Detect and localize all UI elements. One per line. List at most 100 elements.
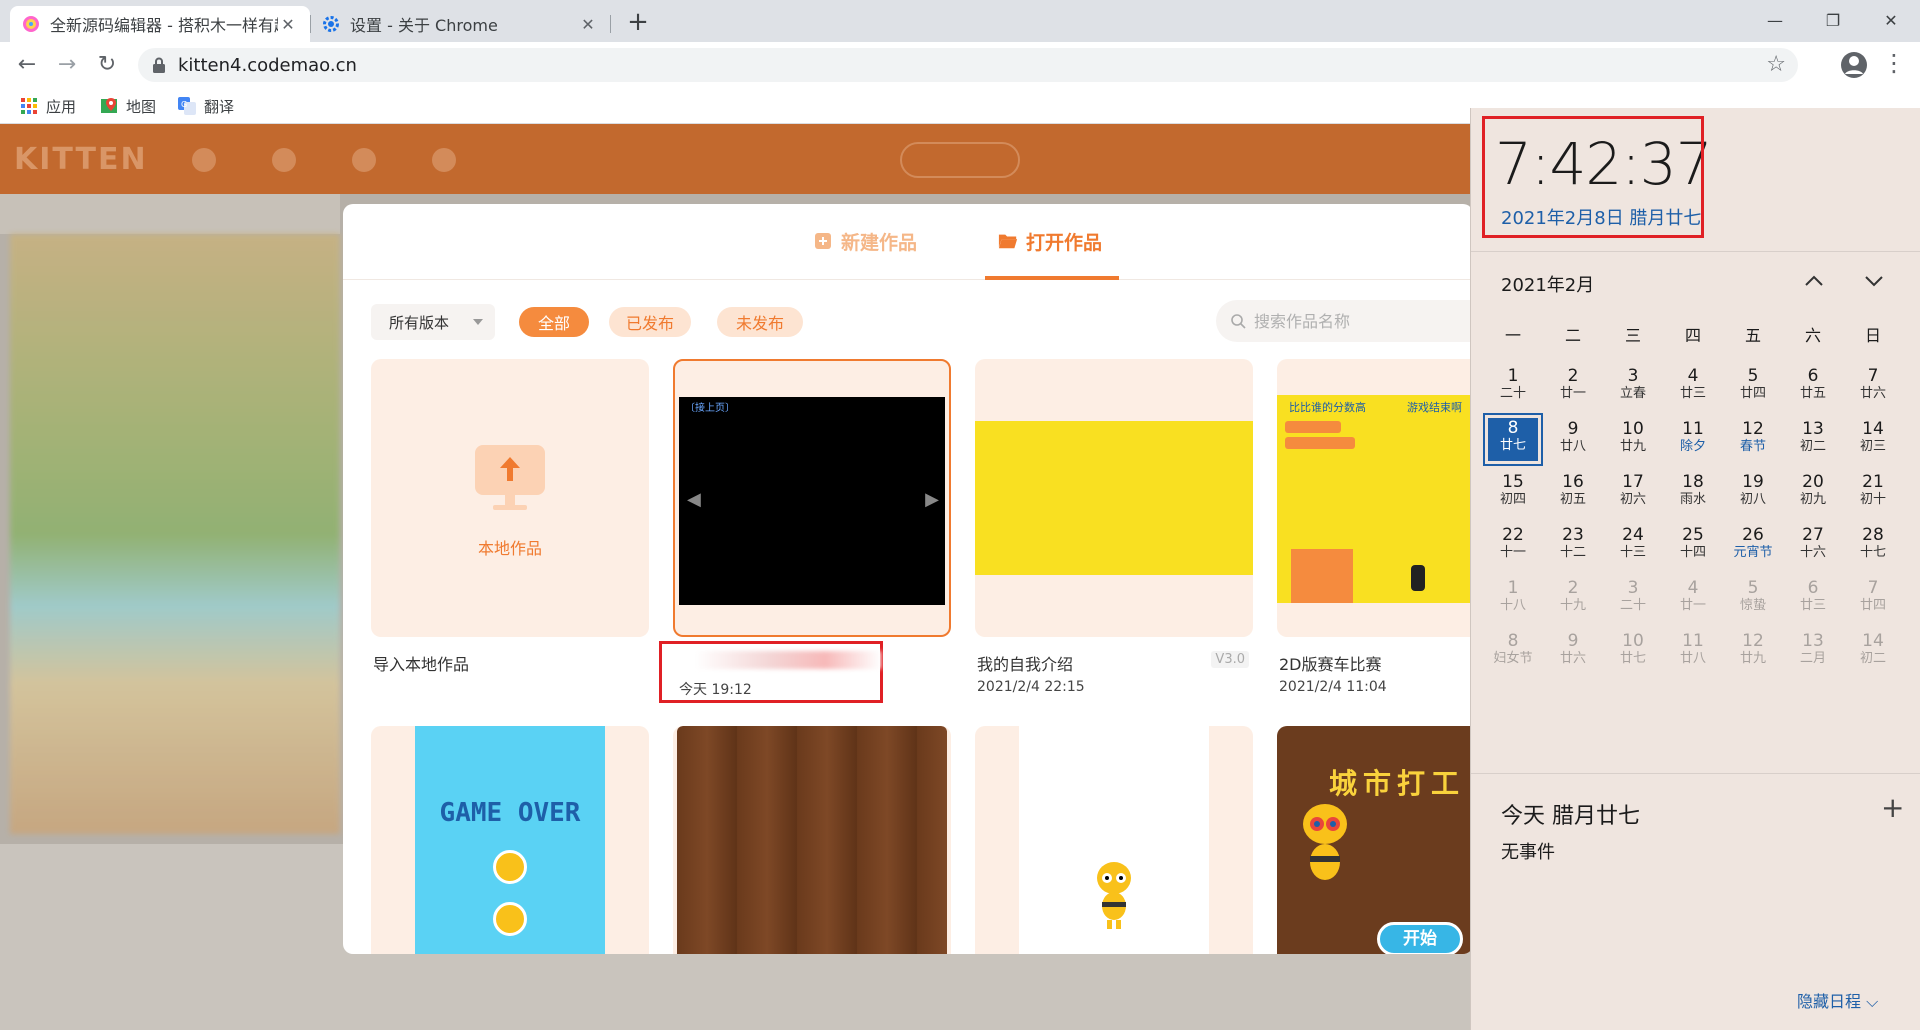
- settings-gear-icon: [322, 15, 340, 33]
- lunar-label: 十四: [1679, 545, 1706, 560]
- calendar-day[interactable]: 7 廿六: [1843, 360, 1903, 413]
- calendar-day[interactable]: 28 十七: [1843, 519, 1903, 572]
- tab-open-project[interactable]: 打开作品: [998, 226, 1102, 256]
- calendar-day[interactable]: 12 廿九: [1723, 625, 1783, 678]
- calendar-day[interactable]: 5 惊蛰: [1723, 572, 1783, 625]
- chevron-up-icon[interactable]: [1799, 266, 1829, 296]
- address-bar[interactable]: kitten4.codemao.cn ☆: [138, 48, 1798, 82]
- calendar-day[interactable]: 22 十一: [1483, 519, 1543, 572]
- calendar-day[interactable]: 14 初三: [1843, 413, 1903, 466]
- calendar-day[interactable]: 10 廿七: [1603, 625, 1663, 678]
- chevron-down-icon[interactable]: [1859, 266, 1889, 296]
- calendar-day[interactable]: 2 廿一: [1543, 360, 1603, 413]
- calendar-day[interactable]: 25 十四: [1663, 519, 1723, 572]
- calendar-day[interactable]: 23 十二: [1543, 519, 1603, 572]
- calendar-day[interactable]: 8 妇女节: [1483, 625, 1543, 678]
- new-tab-button[interactable]: +: [624, 9, 652, 37]
- filter-all-button[interactable]: 全部: [519, 307, 589, 337]
- calendar-day[interactable]: 2 十九: [1543, 572, 1603, 625]
- calendar-day[interactable]: 19 初八: [1723, 466, 1783, 519]
- close-window-button[interactable]: ✕: [1868, 6, 1914, 36]
- day-number: 8: [1507, 631, 1519, 651]
- calendar-day[interactable]: 17 初六: [1603, 466, 1663, 519]
- calendar-day[interactable]: 6 廿三: [1783, 572, 1843, 625]
- hide-agenda-button[interactable]: 隐藏日程 ⌵: [1797, 988, 1878, 1012]
- day-number: 24: [1622, 525, 1644, 545]
- profile-avatar-icon[interactable]: [1839, 50, 1869, 80]
- maps-pin-icon: [100, 97, 118, 115]
- reload-icon[interactable]: ↻: [92, 51, 122, 79]
- calendar-day[interactable]: 11 廿八: [1663, 625, 1723, 678]
- calendar-day[interactable]: 1 十八: [1483, 572, 1543, 625]
- more-menu-icon[interactable]: ⋮: [1882, 48, 1906, 82]
- tab-new-project[interactable]: 新建作品: [813, 226, 917, 256]
- browser-toolbar: ← → ↻ kitten4.codemao.cn ☆ ⋮: [0, 42, 1920, 88]
- filter-published-button[interactable]: 已发布: [609, 307, 691, 337]
- calendar-day[interactable]: 18 雨水: [1663, 466, 1723, 519]
- calendar-day-today[interactable]: 8 廿七: [1483, 413, 1543, 466]
- calendar-day[interactable]: 24 十三: [1603, 519, 1663, 572]
- day-number: 21: [1862, 472, 1884, 492]
- day-number: 14: [1862, 419, 1884, 439]
- calendar-day[interactable]: 15 初四: [1483, 466, 1543, 519]
- weekday-label: 六: [1804, 326, 1821, 345]
- lunar-label: 十七: [1859, 545, 1886, 560]
- tab-kitten-editor[interactable]: 全新源码编辑器 - 搭积木一样有趣 ✕: [10, 6, 310, 42]
- search-input[interactable]: [1254, 311, 1473, 331]
- calendar-day[interactable]: 6 廿五: [1783, 360, 1843, 413]
- day-number: 18: [1682, 472, 1704, 492]
- lunar-label: 十九: [1559, 598, 1586, 613]
- calendar-day[interactable]: 1 二十: [1483, 360, 1543, 413]
- calendar-day[interactable]: 27 十六: [1783, 519, 1843, 572]
- header-menu-icon[interactable]: [352, 148, 376, 172]
- bookmark-maps[interactable]: 地图: [100, 95, 156, 117]
- weekday-label: 五: [1744, 326, 1761, 345]
- calendar-day[interactable]: 4 廿三: [1663, 360, 1723, 413]
- back-arrow-icon[interactable]: ←: [12, 51, 42, 79]
- calendar-day[interactable]: 4 廿一: [1663, 572, 1723, 625]
- open-project-dialog: 新建作品 打开作品 所有版本 全部 已发布 未发布 搜索作品名称 本地作品 导入…: [343, 204, 1473, 954]
- calendar-day[interactable]: 9 廿八: [1543, 413, 1603, 466]
- left-arrow-icon: ◀: [687, 489, 701, 510]
- calendar-day[interactable]: 3 二十: [1603, 572, 1663, 625]
- header-pill-button[interactable]: [900, 142, 1020, 178]
- header-menu-icon[interactable]: [272, 148, 296, 172]
- tab-close-icon[interactable]: ✕: [278, 15, 298, 34]
- forward-arrow-icon[interactable]: →: [52, 51, 82, 79]
- calendar-day[interactable]: 11 除夕: [1663, 413, 1723, 466]
- calendar-day[interactable]: 13 二月: [1783, 625, 1843, 678]
- card-name: 导入本地作品: [373, 655, 470, 674]
- filter-unpublished-button[interactable]: 未发布: [717, 307, 803, 337]
- calendar-day[interactable]: 12 春节: [1723, 413, 1783, 466]
- calendar-day[interactable]: 9 廿六: [1543, 625, 1603, 678]
- day-number: 19: [1742, 472, 1764, 492]
- thumb-caption: 比比谁的分数高: [1289, 401, 1366, 414]
- version-select[interactable]: 所有版本: [371, 304, 495, 340]
- bookmark-star-icon[interactable]: ☆: [1766, 52, 1786, 77]
- restore-button[interactable]: ❐: [1810, 6, 1856, 36]
- lunar-label: 二月: [1799, 651, 1826, 666]
- calendar-day[interactable]: 14 初二: [1843, 625, 1903, 678]
- tab-chrome-settings[interactable]: 设置 - 关于 Chrome ✕: [310, 6, 611, 42]
- calendar-day[interactable]: 13 初二: [1783, 413, 1843, 466]
- calendar-day[interactable]: 20 初九: [1783, 466, 1843, 519]
- minimize-button[interactable]: —: [1752, 6, 1798, 36]
- add-event-icon[interactable]: +: [1881, 794, 1904, 822]
- tab-close-icon[interactable]: ✕: [578, 15, 598, 34]
- header-menu-icon[interactable]: [192, 148, 216, 172]
- calendar-day[interactable]: 10 廿九: [1603, 413, 1663, 466]
- header-menu-icon[interactable]: [432, 148, 456, 172]
- calendar-day[interactable]: 3 立春: [1603, 360, 1663, 413]
- calendar-day[interactable]: 26 元宵节: [1723, 519, 1783, 572]
- local-project-label: 本地作品: [477, 539, 542, 558]
- calendar-day[interactable]: 5 廿四: [1723, 360, 1783, 413]
- lunar-label: 初四: [1499, 492, 1526, 507]
- month-label[interactable]: 2021年2月: [1501, 271, 1594, 297]
- calendar-day[interactable]: 21 初十: [1843, 466, 1903, 519]
- search-box[interactable]: [1216, 300, 1473, 342]
- calendar-day[interactable]: 7 廿四: [1843, 572, 1903, 625]
- bookmark-apps[interactable]: 应用: [20, 95, 76, 117]
- bookmark-translate[interactable]: G 翻译: [178, 95, 234, 117]
- day-number: 4: [1687, 578, 1699, 598]
- calendar-day[interactable]: 16 初五: [1543, 466, 1603, 519]
